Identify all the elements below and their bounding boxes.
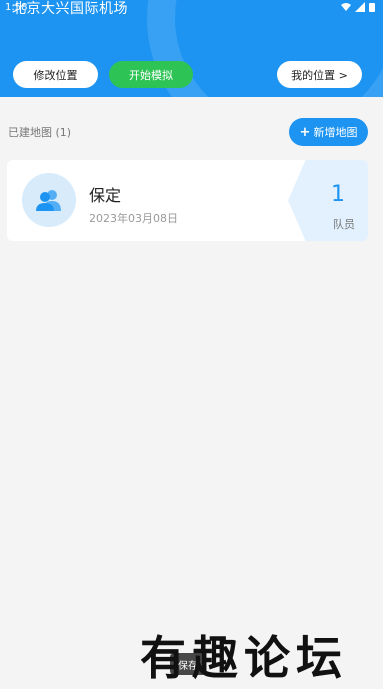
add-map-label: 新增地图 [313,126,358,139]
add-map-button[interactable]: + 新增地图 [289,118,368,146]
map-date: 2023年03月08日 [89,212,178,225]
status-icons [341,2,375,12]
member-label: 队员 [333,218,355,231]
my-location-button[interactable]: 我的位置 > [277,61,362,88]
map-card[interactable]: 保定 2023年03月08日 1 队员 [7,160,368,241]
member-count: 1 [331,182,345,207]
map-name: 保定 [89,186,122,205]
modify-location-button[interactable]: 修改位置 [13,61,98,88]
plus-icon: + [299,124,311,140]
battery-icon [369,3,375,12]
start-simulation-button[interactable]: 开始模拟 [109,61,193,88]
users-icon [36,190,61,211]
forum-watermark: 有趣论坛 [140,631,348,685]
location-title: 北京大兴国际机场 [12,1,128,17]
wifi-icon [341,3,351,11]
signal-icon [355,2,365,12]
top-header: 1:58 北京大兴国际机场 修改位置 开始模拟 我的位置 > [0,0,383,97]
team-avatar [22,173,76,227]
built-maps-label: 已建地图 (1) [8,126,72,139]
